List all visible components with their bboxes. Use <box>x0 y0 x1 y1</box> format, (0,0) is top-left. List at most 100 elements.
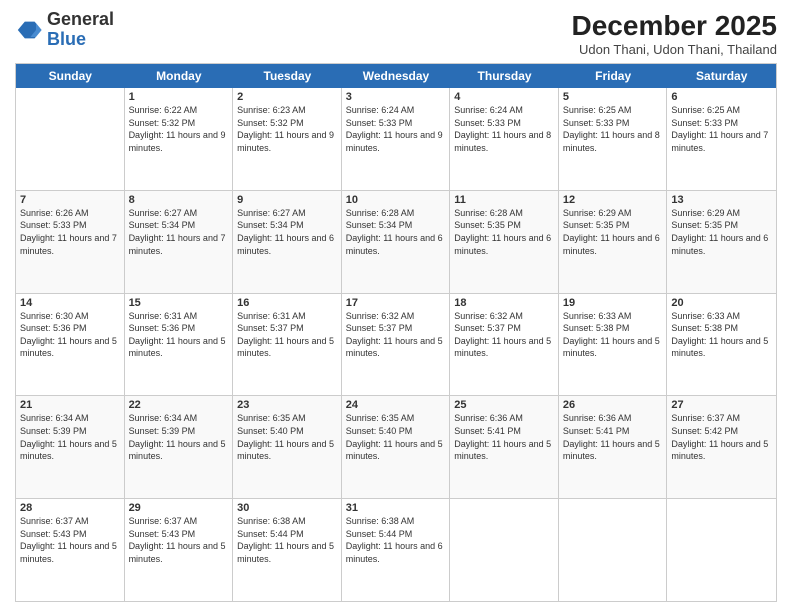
day-cell: 14Sunrise: 6:30 AMSunset: 5:36 PMDayligh… <box>16 294 125 396</box>
day-info: Sunrise: 6:32 AMSunset: 5:37 PMDaylight:… <box>346 310 446 360</box>
day-number: 4 <box>454 91 554 103</box>
month-title: December 2025 <box>572 10 777 42</box>
logo-icon <box>15 16 43 44</box>
day-number: 24 <box>346 399 446 411</box>
day-info: Sunrise: 6:34 AMSunset: 5:39 PMDaylight:… <box>129 412 229 462</box>
day-info: Sunrise: 6:33 AMSunset: 5:38 PMDaylight:… <box>671 310 772 360</box>
day-cell: 26Sunrise: 6:36 AMSunset: 5:41 PMDayligh… <box>559 396 668 498</box>
day-cell: 25Sunrise: 6:36 AMSunset: 5:41 PMDayligh… <box>450 396 559 498</box>
day-cell: 13Sunrise: 6:29 AMSunset: 5:35 PMDayligh… <box>667 191 776 293</box>
day-cell: 20Sunrise: 6:33 AMSunset: 5:38 PMDayligh… <box>667 294 776 396</box>
weeks: 1Sunrise: 6:22 AMSunset: 5:32 PMDaylight… <box>16 88 776 601</box>
logo-general: General <box>47 9 114 29</box>
day-cell: 29Sunrise: 6:37 AMSunset: 5:43 PMDayligh… <box>125 499 234 601</box>
day-header-wednesday: Wednesday <box>342 64 451 88</box>
day-info: Sunrise: 6:33 AMSunset: 5:38 PMDaylight:… <box>563 310 663 360</box>
day-number: 31 <box>346 502 446 514</box>
day-cell: 28Sunrise: 6:37 AMSunset: 5:43 PMDayligh… <box>16 499 125 601</box>
day-number: 30 <box>237 502 337 514</box>
day-info: Sunrise: 6:28 AMSunset: 5:35 PMDaylight:… <box>454 207 554 257</box>
day-info: Sunrise: 6:31 AMSunset: 5:36 PMDaylight:… <box>129 310 229 360</box>
day-number: 19 <box>563 297 663 309</box>
day-cell: 16Sunrise: 6:31 AMSunset: 5:37 PMDayligh… <box>233 294 342 396</box>
day-header-thursday: Thursday <box>450 64 559 88</box>
day-cell: 7Sunrise: 6:26 AMSunset: 5:33 PMDaylight… <box>16 191 125 293</box>
day-number: 20 <box>671 297 772 309</box>
day-info: Sunrise: 6:25 AMSunset: 5:33 PMDaylight:… <box>671 104 772 154</box>
title-area: December 2025 Udon Thani, Udon Thani, Th… <box>572 10 777 57</box>
day-number: 12 <box>563 194 663 206</box>
day-number: 10 <box>346 194 446 206</box>
day-header-monday: Monday <box>125 64 234 88</box>
day-cell <box>667 499 776 601</box>
day-cell: 23Sunrise: 6:35 AMSunset: 5:40 PMDayligh… <box>233 396 342 498</box>
day-info: Sunrise: 6:29 AMSunset: 5:35 PMDaylight:… <box>563 207 663 257</box>
day-number: 16 <box>237 297 337 309</box>
day-info: Sunrise: 6:29 AMSunset: 5:35 PMDaylight:… <box>671 207 772 257</box>
day-number: 26 <box>563 399 663 411</box>
day-number: 8 <box>129 194 229 206</box>
day-cell: 1Sunrise: 6:22 AMSunset: 5:32 PMDaylight… <box>125 88 234 190</box>
day-cell: 18Sunrise: 6:32 AMSunset: 5:37 PMDayligh… <box>450 294 559 396</box>
day-info: Sunrise: 6:38 AMSunset: 5:44 PMDaylight:… <box>237 515 337 565</box>
day-info: Sunrise: 6:27 AMSunset: 5:34 PMDaylight:… <box>237 207 337 257</box>
day-number: 21 <box>20 399 120 411</box>
day-number: 25 <box>454 399 554 411</box>
day-info: Sunrise: 6:34 AMSunset: 5:39 PMDaylight:… <box>20 412 120 462</box>
day-info: Sunrise: 6:25 AMSunset: 5:33 PMDaylight:… <box>563 104 663 154</box>
logo-text: General Blue <box>47 10 114 50</box>
day-cell: 8Sunrise: 6:27 AMSunset: 5:34 PMDaylight… <box>125 191 234 293</box>
day-number: 7 <box>20 194 120 206</box>
day-cell: 9Sunrise: 6:27 AMSunset: 5:34 PMDaylight… <box>233 191 342 293</box>
day-number: 9 <box>237 194 337 206</box>
day-info: Sunrise: 6:31 AMSunset: 5:37 PMDaylight:… <box>237 310 337 360</box>
day-header-saturday: Saturday <box>667 64 776 88</box>
day-info: Sunrise: 6:37 AMSunset: 5:43 PMDaylight:… <box>129 515 229 565</box>
day-cell: 12Sunrise: 6:29 AMSunset: 5:35 PMDayligh… <box>559 191 668 293</box>
day-cell: 17Sunrise: 6:32 AMSunset: 5:37 PMDayligh… <box>342 294 451 396</box>
day-cell: 31Sunrise: 6:38 AMSunset: 5:44 PMDayligh… <box>342 499 451 601</box>
day-info: Sunrise: 6:24 AMSunset: 5:33 PMDaylight:… <box>454 104 554 154</box>
day-header-tuesday: Tuesday <box>233 64 342 88</box>
day-number: 11 <box>454 194 554 206</box>
day-info: Sunrise: 6:37 AMSunset: 5:42 PMDaylight:… <box>671 412 772 462</box>
day-info: Sunrise: 6:28 AMSunset: 5:34 PMDaylight:… <box>346 207 446 257</box>
day-info: Sunrise: 6:26 AMSunset: 5:33 PMDaylight:… <box>20 207 120 257</box>
day-cell <box>16 88 125 190</box>
day-info: Sunrise: 6:27 AMSunset: 5:34 PMDaylight:… <box>129 207 229 257</box>
day-number: 23 <box>237 399 337 411</box>
day-info: Sunrise: 6:22 AMSunset: 5:32 PMDaylight:… <box>129 104 229 154</box>
day-number: 22 <box>129 399 229 411</box>
day-cell: 21Sunrise: 6:34 AMSunset: 5:39 PMDayligh… <box>16 396 125 498</box>
day-cell: 2Sunrise: 6:23 AMSunset: 5:32 PMDaylight… <box>233 88 342 190</box>
day-number: 29 <box>129 502 229 514</box>
week-row: 21Sunrise: 6:34 AMSunset: 5:39 PMDayligh… <box>16 395 776 498</box>
day-number: 28 <box>20 502 120 514</box>
day-info: Sunrise: 6:35 AMSunset: 5:40 PMDaylight:… <box>346 412 446 462</box>
day-cell: 11Sunrise: 6:28 AMSunset: 5:35 PMDayligh… <box>450 191 559 293</box>
day-cell: 10Sunrise: 6:28 AMSunset: 5:34 PMDayligh… <box>342 191 451 293</box>
day-number: 5 <box>563 91 663 103</box>
day-info: Sunrise: 6:36 AMSunset: 5:41 PMDaylight:… <box>563 412 663 462</box>
day-number: 18 <box>454 297 554 309</box>
week-row: 14Sunrise: 6:30 AMSunset: 5:36 PMDayligh… <box>16 293 776 396</box>
location: Udon Thani, Udon Thani, Thailand <box>572 42 777 57</box>
day-number: 15 <box>129 297 229 309</box>
week-row: 28Sunrise: 6:37 AMSunset: 5:43 PMDayligh… <box>16 498 776 601</box>
day-number: 17 <box>346 297 446 309</box>
day-number: 2 <box>237 91 337 103</box>
day-header-sunday: Sunday <box>16 64 125 88</box>
day-cell: 19Sunrise: 6:33 AMSunset: 5:38 PMDayligh… <box>559 294 668 396</box>
page-container: General Blue December 2025 Udon Thani, U… <box>0 0 792 612</box>
day-cell: 30Sunrise: 6:38 AMSunset: 5:44 PMDayligh… <box>233 499 342 601</box>
day-info: Sunrise: 6:37 AMSunset: 5:43 PMDaylight:… <box>20 515 120 565</box>
day-cell: 15Sunrise: 6:31 AMSunset: 5:36 PMDayligh… <box>125 294 234 396</box>
day-info: Sunrise: 6:36 AMSunset: 5:41 PMDaylight:… <box>454 412 554 462</box>
day-number: 14 <box>20 297 120 309</box>
day-cell: 4Sunrise: 6:24 AMSunset: 5:33 PMDaylight… <box>450 88 559 190</box>
day-info: Sunrise: 6:24 AMSunset: 5:33 PMDaylight:… <box>346 104 446 154</box>
day-cell <box>559 499 668 601</box>
day-number: 1 <box>129 91 229 103</box>
calendar: SundayMondayTuesdayWednesdayThursdayFrid… <box>15 63 777 602</box>
logo: General Blue <box>15 10 114 50</box>
